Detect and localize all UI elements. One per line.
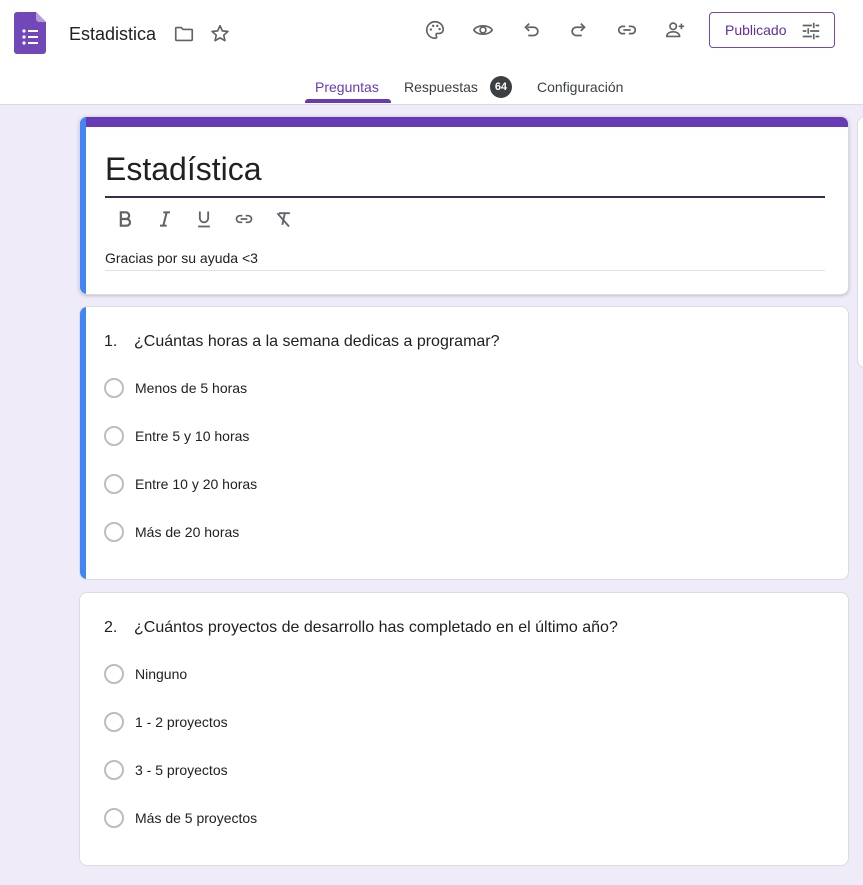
publish-button[interactable]: Publicado: [709, 12, 835, 48]
question-text: ¿Cuántas horas a la semana dedicas a pro…: [134, 333, 500, 350]
floating-toolbar-edge[interactable]: [857, 116, 863, 368]
star-icon[interactable]: [204, 18, 236, 50]
radio-button[interactable]: [104, 808, 124, 828]
radio-button[interactable]: [104, 760, 124, 780]
clear-formatting-icon[interactable]: [270, 205, 298, 233]
tab-configuracion[interactable]: Configuración: [537, 70, 623, 103]
question-title[interactable]: 1. ¿Cuántas horas a la semana dedicas a p…: [104, 333, 500, 351]
option-label: 1 - 2 proyectos: [135, 714, 228, 730]
tab-respuestas-label: Respuestas: [404, 78, 478, 95]
option-label: 3 - 5 proyectos: [135, 762, 228, 778]
title-card-accent: [80, 117, 848, 127]
form-description[interactable]: Gracias por su ayuda <3: [105, 250, 258, 266]
folder-icon[interactable]: [168, 18, 200, 50]
underline-icon[interactable]: [190, 205, 218, 233]
option-label: Menos de 5 horas: [135, 380, 248, 396]
responses-count-badge: 64: [489, 75, 512, 98]
description-underline: [105, 270, 825, 271]
radio-button[interactable]: [104, 522, 124, 542]
option-label: Más de 5 proyectos: [135, 810, 258, 826]
question-number: 2.: [104, 619, 118, 636]
radio-option[interactable]: 3 - 5 proyectos: [104, 758, 228, 782]
radio-button[interactable]: [104, 426, 124, 446]
radio-button[interactable]: [104, 378, 124, 398]
active-card-indicator: [80, 307, 86, 579]
tab-respuestas[interactable]: Respuestas 64: [404, 70, 512, 103]
option-label: Entre 10 y 20 horas: [135, 476, 258, 492]
redo-icon[interactable]: [563, 14, 595, 46]
form-tabs: Preguntas Respuestas 64 Configuración: [0, 70, 863, 105]
tune-icon: [802, 22, 820, 40]
active-tab-indicator: [305, 99, 391, 103]
form-title-input[interactable]: Estadística: [105, 147, 262, 191]
link-icon[interactable]: [230, 205, 258, 233]
question-number: 1.: [104, 333, 118, 350]
option-label: Entre 5 y 10 horas: [135, 428, 250, 444]
radio-button[interactable]: [104, 664, 124, 684]
radio-option[interactable]: Menos de 5 horas: [104, 376, 247, 400]
question-card-2[interactable]: 2. ¿Cuántos proyectos de desarrollo has c…: [79, 592, 849, 866]
forms-logo-icon[interactable]: [14, 12, 46, 54]
radio-option[interactable]: Entre 10 y 20 horas: [104, 472, 257, 496]
undo-icon[interactable]: [515, 14, 547, 46]
question-title[interactable]: 2. ¿Cuántos proyectos de desarrollo has c…: [104, 619, 618, 637]
question-card-1[interactable]: 1. ¿Cuántas horas a la semana dedicas a p…: [79, 306, 849, 580]
tab-preguntas-label: Preguntas: [315, 78, 379, 95]
form-title-card[interactable]: Estadística Gracias por su ayuda <3: [79, 116, 849, 295]
option-label: Más de 20 horas: [135, 524, 240, 540]
publish-button-label: Publicado: [725, 22, 787, 38]
active-card-indicator: [80, 117, 86, 294]
person-add-icon[interactable]: [659, 14, 691, 46]
tab-configuracion-label: Configuración: [537, 78, 624, 95]
palette-icon[interactable]: [419, 14, 451, 46]
radio-button[interactable]: [104, 474, 124, 494]
title-underline: [105, 196, 825, 198]
radio-button[interactable]: [104, 712, 124, 732]
bold-icon[interactable]: [111, 205, 139, 233]
radio-option[interactable]: Más de 5 proyectos: [104, 806, 257, 830]
eye-icon[interactable]: [467, 14, 499, 46]
link-icon[interactable]: [611, 14, 643, 46]
radio-option[interactable]: Ninguno: [104, 662, 187, 686]
option-label: Ninguno: [135, 666, 188, 682]
document-title[interactable]: Estadistica: [69, 22, 156, 46]
top-header: Estadistica Publicado Preguntas Respuest…: [0, 0, 863, 105]
question-text: ¿Cuántos proyectos de desarrollo has com…: [134, 619, 618, 636]
radio-option[interactable]: 1 - 2 proyectos: [104, 710, 228, 734]
radio-option[interactable]: Entre 5 y 10 horas: [104, 424, 249, 448]
italic-icon[interactable]: [151, 205, 179, 233]
radio-option[interactable]: Más de 20 horas: [104, 520, 239, 544]
